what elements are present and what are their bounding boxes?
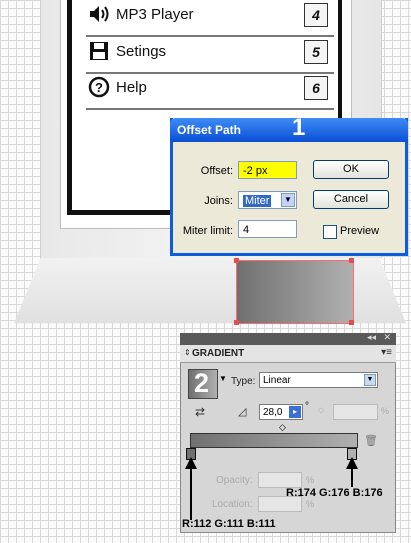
floppy-disk-icon [90, 42, 108, 60]
menu-item-settings[interactable]: Setings 5 [86, 37, 334, 74]
offset-label: Offset: [200, 165, 233, 177]
gradient-slider[interactable] [190, 433, 358, 448]
panel-menu-icon[interactable]: ▾≡ [381, 347, 392, 358]
chevron-down-icon[interactable]: ▼ [364, 374, 376, 386]
speaker-icon [90, 6, 109, 22]
question-icon: ? [88, 76, 110, 98]
trash-icon[interactable]: 🗑 [364, 434, 378, 447]
panel-title: GRADIENT [192, 348, 245, 359]
collapse-icon[interactable]: ◂◂ [367, 332, 376, 343]
menu-item-number: 5 [304, 40, 328, 64]
gradient-preview[interactable]: 2 [188, 368, 218, 399]
degree-symbol: ° [305, 401, 309, 412]
selection-handle[interactable] [234, 320, 239, 325]
dialog-title: Offset Path [177, 123, 242, 137]
angle-value: 28,0 [263, 407, 283, 418]
preview-checkbox[interactable] [323, 225, 337, 239]
midpoint-slider[interactable]: ◇ [279, 422, 286, 433]
aspect-unit: % [381, 406, 390, 416]
type-label: Type: [231, 376, 256, 387]
selection-handle[interactable] [349, 320, 354, 325]
menu-item-label: Help [116, 79, 147, 96]
angle-input[interactable]: 28,0 ▸ [259, 404, 303, 420]
gradient-rectangle[interactable] [236, 260, 354, 324]
chevron-down-icon[interactable]: ▼ [281, 193, 295, 207]
ok-button[interactable]: OK [313, 160, 389, 179]
selection-handle[interactable] [349, 258, 354, 263]
selection-handle[interactable] [234, 258, 239, 263]
gradient-tab[interactable]: ⇕ GRADIENT ▾≡ [180, 345, 396, 363]
chevron-down-icon[interactable]: ▼ [219, 374, 227, 383]
menu-item-number: 6 [304, 76, 328, 100]
angle-icon: ◿ [238, 406, 247, 418]
menu-item-label: Setings [116, 43, 167, 60]
aspect-ratio-input [333, 404, 378, 420]
joins-select[interactable]: Miter ▼ [238, 191, 297, 209]
preview-label: Preview [340, 225, 380, 237]
step-number: 1 [292, 114, 306, 141]
joins-label: Joins: [204, 195, 233, 207]
miter-limit-label: Miter limit: [182, 225, 233, 237]
right-stop-annotation: R:174 G:176 B:176 [286, 487, 383, 499]
close-icon[interactable]: ✕ [383, 332, 391, 343]
reverse-gradient-icon[interactable]: ⇄ [195, 405, 205, 419]
expand-icon[interactable]: ⇕ [184, 348, 191, 357]
menu-item-label: MP3 Player [116, 6, 194, 23]
type-select[interactable]: Linear ▼ [259, 372, 378, 388]
offset-input[interactable]: -2 px [238, 161, 297, 179]
menu-item-help[interactable]: ? Help 6 [86, 73, 334, 110]
type-value: Linear [263, 375, 291, 386]
dialog-title-bar[interactable]: Offset Path 1 [170, 114, 408, 142]
angle-dropdown-icon[interactable]: ▸ [289, 406, 301, 418]
joins-value: Miter [243, 195, 272, 207]
svg-text:?: ? [95, 80, 103, 95]
left-stop-annotation: R:112 G:111 B:111 [182, 518, 276, 530]
miter-limit-input[interactable]: 4 [238, 220, 297, 238]
menu-item-number: 4 [304, 3, 328, 27]
cancel-button[interactable]: Cancel [313, 190, 389, 209]
aspect-ratio-icon: ◌ [318, 405, 324, 416]
panel-header[interactable]: ◂◂ ✕ [180, 332, 396, 345]
step-number: 2 [194, 368, 210, 398]
menu-item-mp3-player[interactable]: MP3 Player 4 [86, 0, 334, 37]
